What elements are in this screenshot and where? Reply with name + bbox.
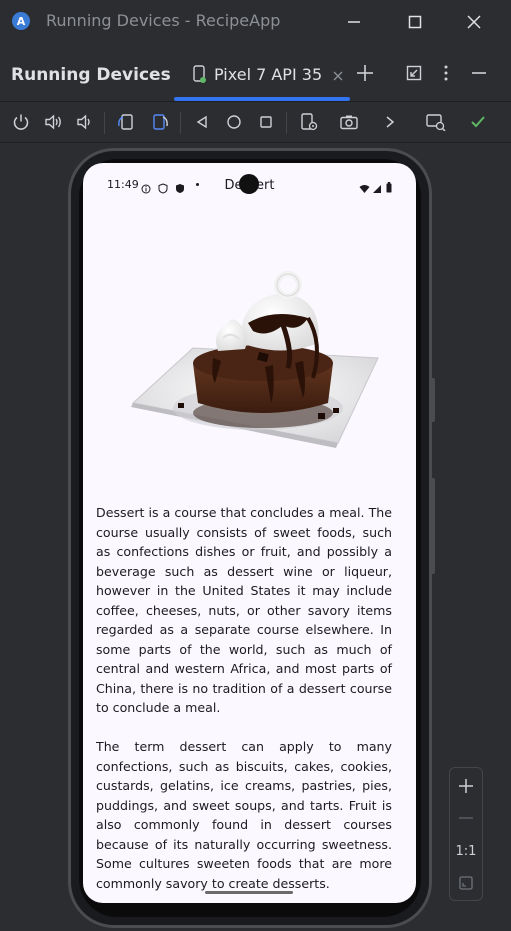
zoom-reset-button[interactable]: 1:1 xyxy=(450,837,482,865)
rotate-right-icon[interactable] xyxy=(148,110,172,134)
gesture-nav-handle[interactable] xyxy=(205,891,293,894)
android-studio-icon: A xyxy=(12,12,30,30)
restore-layout-icon[interactable] xyxy=(402,61,426,85)
dessert-description: Dessert is a course that concludes a mea… xyxy=(96,503,392,893)
description-paragraph-2: The term dessert can apply to many confe… xyxy=(96,739,392,891)
options-menu-icon[interactable] xyxy=(434,61,458,85)
check-icon[interactable] xyxy=(466,110,490,134)
zoom-out-icon[interactable] xyxy=(450,804,482,832)
home-icon[interactable] xyxy=(222,110,246,134)
dessert-image xyxy=(131,271,379,448)
rotate-left-icon[interactable] xyxy=(114,110,138,134)
wifi-icon xyxy=(359,179,370,198)
description-paragraph-1: Dessert is a course that concludes a mea… xyxy=(96,505,392,715)
tab-pixel-7[interactable]: Pixel 7 API 35 xyxy=(174,43,350,101)
back-icon[interactable] xyxy=(190,110,214,134)
tool-window-header: Running Devices Pixel 7 API 35 xyxy=(0,43,511,101)
more-chevron-icon[interactable] xyxy=(378,110,402,134)
power-icon[interactable] xyxy=(9,110,33,134)
screenshot-icon[interactable] xyxy=(337,110,361,134)
close-button[interactable] xyxy=(460,8,488,36)
battery-icon xyxy=(386,178,392,197)
signal-icon xyxy=(372,179,382,198)
toolbar-separator xyxy=(180,112,181,134)
window-title: Running Devices - RecipeApp xyxy=(46,11,281,30)
device-settings-icon[interactable] xyxy=(297,110,321,134)
camera-cutout xyxy=(239,174,259,194)
overview-icon[interactable] xyxy=(254,110,278,134)
tab-label: Pixel 7 API 35 xyxy=(214,65,323,84)
volume-up-icon[interactable] xyxy=(42,110,66,134)
tab-close-icon[interactable] xyxy=(332,67,344,86)
zoom-in-icon[interactable] xyxy=(450,772,482,800)
tool-window-title: Running Devices xyxy=(11,65,171,85)
zoom-panel: 1:1 xyxy=(449,767,483,901)
toolbar-separator xyxy=(104,112,105,134)
title-bar: A Running Devices - RecipeApp xyxy=(0,0,511,43)
volume-down-icon[interactable] xyxy=(73,110,97,134)
device-screen[interactable]: 11:49 Dessert is a course that concludes… xyxy=(83,163,416,903)
screen-record-icon[interactable] xyxy=(424,110,448,134)
add-device-icon[interactable] xyxy=(353,61,377,85)
minimize-button[interactable] xyxy=(340,8,368,36)
device-icon xyxy=(192,65,206,87)
device-toolbar xyxy=(0,101,511,143)
zoom-fit-icon[interactable] xyxy=(450,869,482,897)
hide-panel-icon[interactable] xyxy=(467,61,491,85)
maximize-button[interactable] xyxy=(401,8,429,36)
toolbar-separator xyxy=(286,112,287,134)
